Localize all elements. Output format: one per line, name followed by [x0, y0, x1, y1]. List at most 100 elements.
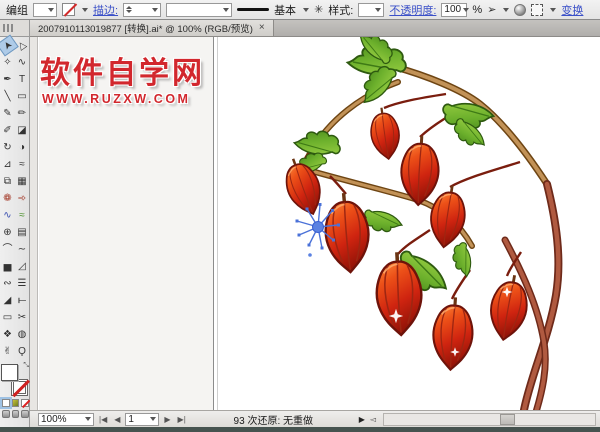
toolbox-tools: ➤▷✧∿✒T╲▭✎✏✐◪↻◑⊿≈⧉▦❁➾∿≈⊕▤⌒∼▅◿∾☰◢⟝▭✂❖◍✌Ϙ — [0, 37, 29, 360]
document-tab[interactable]: 2007910113019877 [转换].ai* @ 100% (RGB/预览… — [30, 20, 274, 36]
scissors-tool[interactable]: ✂ — [15, 309, 29, 326]
none-mode-button[interactable] — [21, 399, 29, 407]
scribble-tool[interactable]: ∾ — [0, 275, 15, 292]
opacity-percent-label: % — [472, 4, 482, 16]
screen-mode-full-button[interactable] — [21, 410, 29, 418]
fill-color-dropdown[interactable] — [33, 3, 57, 17]
scroll-left-button[interactable]: ◅ — [368, 415, 378, 424]
zoom-level-dropdown[interactable]: 100% — [38, 413, 94, 426]
opacity-panel-link[interactable]: 不透明度: — [389, 2, 436, 18]
smooth-tool[interactable]: ✐ — [0, 122, 15, 139]
rotate-tool[interactable]: ↻ — [0, 139, 15, 156]
artboard-tool[interactable]: ⊕ — [0, 224, 15, 241]
chevron-down-icon — [152, 8, 158, 12]
free-transform-tool[interactable]: ⧉ — [0, 173, 15, 190]
rectangle-tool[interactable]: ▭ — [15, 88, 29, 105]
paragraph-tool[interactable]: ☰ — [15, 275, 29, 292]
next-artboard-button[interactable]: ▶ — [162, 415, 172, 424]
line-segment-tool[interactable]: ╲ — [0, 88, 15, 105]
stroke-none-swatch-icon[interactable] — [62, 3, 75, 16]
swap-fill-stroke-icon[interactable]: ⤡ — [23, 362, 29, 370]
stroke-swatch[interactable] — [11, 379, 28, 396]
warp-tool[interactable]: ≈ — [15, 156, 29, 173]
selection-type-label: 编组 — [6, 2, 28, 18]
chevron-down-icon — [223, 8, 229, 12]
screen-mode-menu-button[interactable] — [12, 410, 20, 418]
stroke-panel-link[interactable]: 描边: — [93, 2, 118, 18]
paint-mode-row — [2, 399, 29, 407]
horizontal-scrollbar-thumb[interactable] — [500, 414, 515, 425]
last-artboard-button[interactable]: ▶| — [176, 415, 188, 424]
scale-tool[interactable]: ⊿ — [0, 156, 15, 173]
chevron-down-icon — [48, 8, 54, 12]
document-canvas[interactable]: 软件自学网 WWW.RUZXW.COM — [30, 37, 600, 410]
previous-artboard-button[interactable]: ◀ — [112, 415, 122, 424]
basic-appearance-icon[interactable]: ✳ — [314, 3, 323, 16]
close-icon[interactable]: × — [259, 23, 265, 33]
graph-line-tool[interactable]: ∿ — [0, 207, 15, 224]
screen-mode-row — [2, 410, 29, 418]
first-artboard-button[interactable]: |◀ — [97, 415, 109, 424]
gradient-tool[interactable]: ▤ — [15, 224, 29, 241]
status-flyout-icon[interactable]: ▶ — [359, 415, 365, 424]
toolbox-grip[interactable] — [3, 24, 13, 32]
blend-tool[interactable]: ❖ — [0, 326, 15, 343]
shear-tool[interactable]: ◿ — [15, 258, 29, 275]
type-tool[interactable]: T — [15, 71, 29, 88]
wave-tool[interactable]: ∼ — [15, 241, 29, 258]
transform-panel-link[interactable]: 变换 — [561, 2, 583, 18]
eraser-tool[interactable]: ◪ — [15, 122, 29, 139]
window-bottom-edge — [0, 427, 600, 432]
fill-swatch[interactable] — [1, 364, 18, 381]
recolor-artwork-icon[interactable] — [514, 4, 526, 16]
chevron-down-icon — [150, 417, 156, 421]
align-panel-icon[interactable] — [531, 4, 543, 16]
chevron-down-icon[interactable] — [82, 8, 88, 12]
fill-stroke-widget: ⤡ — [1, 364, 29, 396]
reflect-tool[interactable]: ◑ — [15, 139, 29, 156]
measure-tool[interactable]: ⟝ — [15, 292, 29, 309]
pencil-tool[interactable]: ✏ — [15, 105, 29, 122]
graphic-style-dropdown[interactable] — [358, 3, 384, 17]
eyedropper-tool[interactable]: ◢ — [0, 292, 15, 309]
chevron-down-icon — [463, 8, 469, 12]
mesh-tool[interactable]: ▦ — [15, 173, 29, 190]
column-graph-tool[interactable]: ▅ — [0, 258, 15, 275]
lantern-plant-artwork — [30, 37, 600, 410]
hand-tool[interactable]: ✌ — [0, 343, 15, 360]
magic-wand-tool[interactable]: ✧ — [0, 54, 15, 71]
chevron-down-icon[interactable] — [550, 8, 556, 12]
zoom-tool[interactable]: Ϙ — [15, 343, 29, 360]
control-bar: 编组 描边: 基本 ✳ 样式: 不透明度: 100 % ➢ 变换 — [0, 0, 600, 20]
select-similar-icon[interactable]: ➢ — [487, 3, 496, 16]
style-label: 样式: — [328, 2, 353, 18]
toolbox-header — [0, 20, 30, 37]
lasso-tool[interactable]: ∿ — [15, 54, 29, 71]
pen-tool[interactable]: ✒ — [0, 71, 15, 88]
opacity-input[interactable]: 100 — [441, 3, 467, 17]
chevron-down-icon[interactable] — [503, 8, 509, 12]
artboard-number-dropdown[interactable]: 1 — [125, 413, 159, 426]
chevron-down-icon[interactable] — [303, 8, 309, 12]
brush-definition-dropdown[interactable]: 基本 — [274, 2, 296, 18]
stroke-weight-dropdown[interactable] — [123, 3, 161, 17]
status-bar: 100% |◀ ◀ 1 ▶ ▶| 93 次还原: 无重做 ▶ ◅ — [30, 410, 600, 427]
symbol-shifter-tool[interactable]: ➾ — [15, 190, 29, 207]
document-title: 2007910113019877 [转换].ai* @ 100% (RGB/预览… — [38, 21, 253, 35]
live-paint-tool[interactable]: ◍ — [15, 326, 29, 343]
paintbrush-tool[interactable]: ✎ — [0, 105, 15, 122]
document-tab-bar: 2007910113019877 [转换].ai* @ 100% (RGB/预览… — [30, 20, 600, 37]
color-mode-button[interactable] — [2, 399, 10, 407]
stroke-weight-stepper[interactable] — [126, 6, 132, 13]
warp-banner-tool[interactable]: ⌒ — [0, 241, 15, 258]
undo-status-text: 93 次还原: 无重做 — [191, 412, 356, 427]
horizontal-scrollbar[interactable] — [383, 413, 596, 426]
screen-mode-normal-button[interactable] — [2, 410, 10, 418]
symbol-sprayer-tool[interactable]: ❁ — [0, 190, 15, 207]
brush-stroke-preview-icon — [237, 8, 269, 11]
graph-wave-tool[interactable]: ≈ — [15, 207, 29, 224]
slice-tool[interactable]: ▭ — [0, 309, 15, 326]
chevron-down-icon — [85, 417, 91, 421]
gradient-mode-button[interactable] — [12, 399, 20, 407]
width-profile-dropdown[interactable] — [166, 3, 232, 17]
